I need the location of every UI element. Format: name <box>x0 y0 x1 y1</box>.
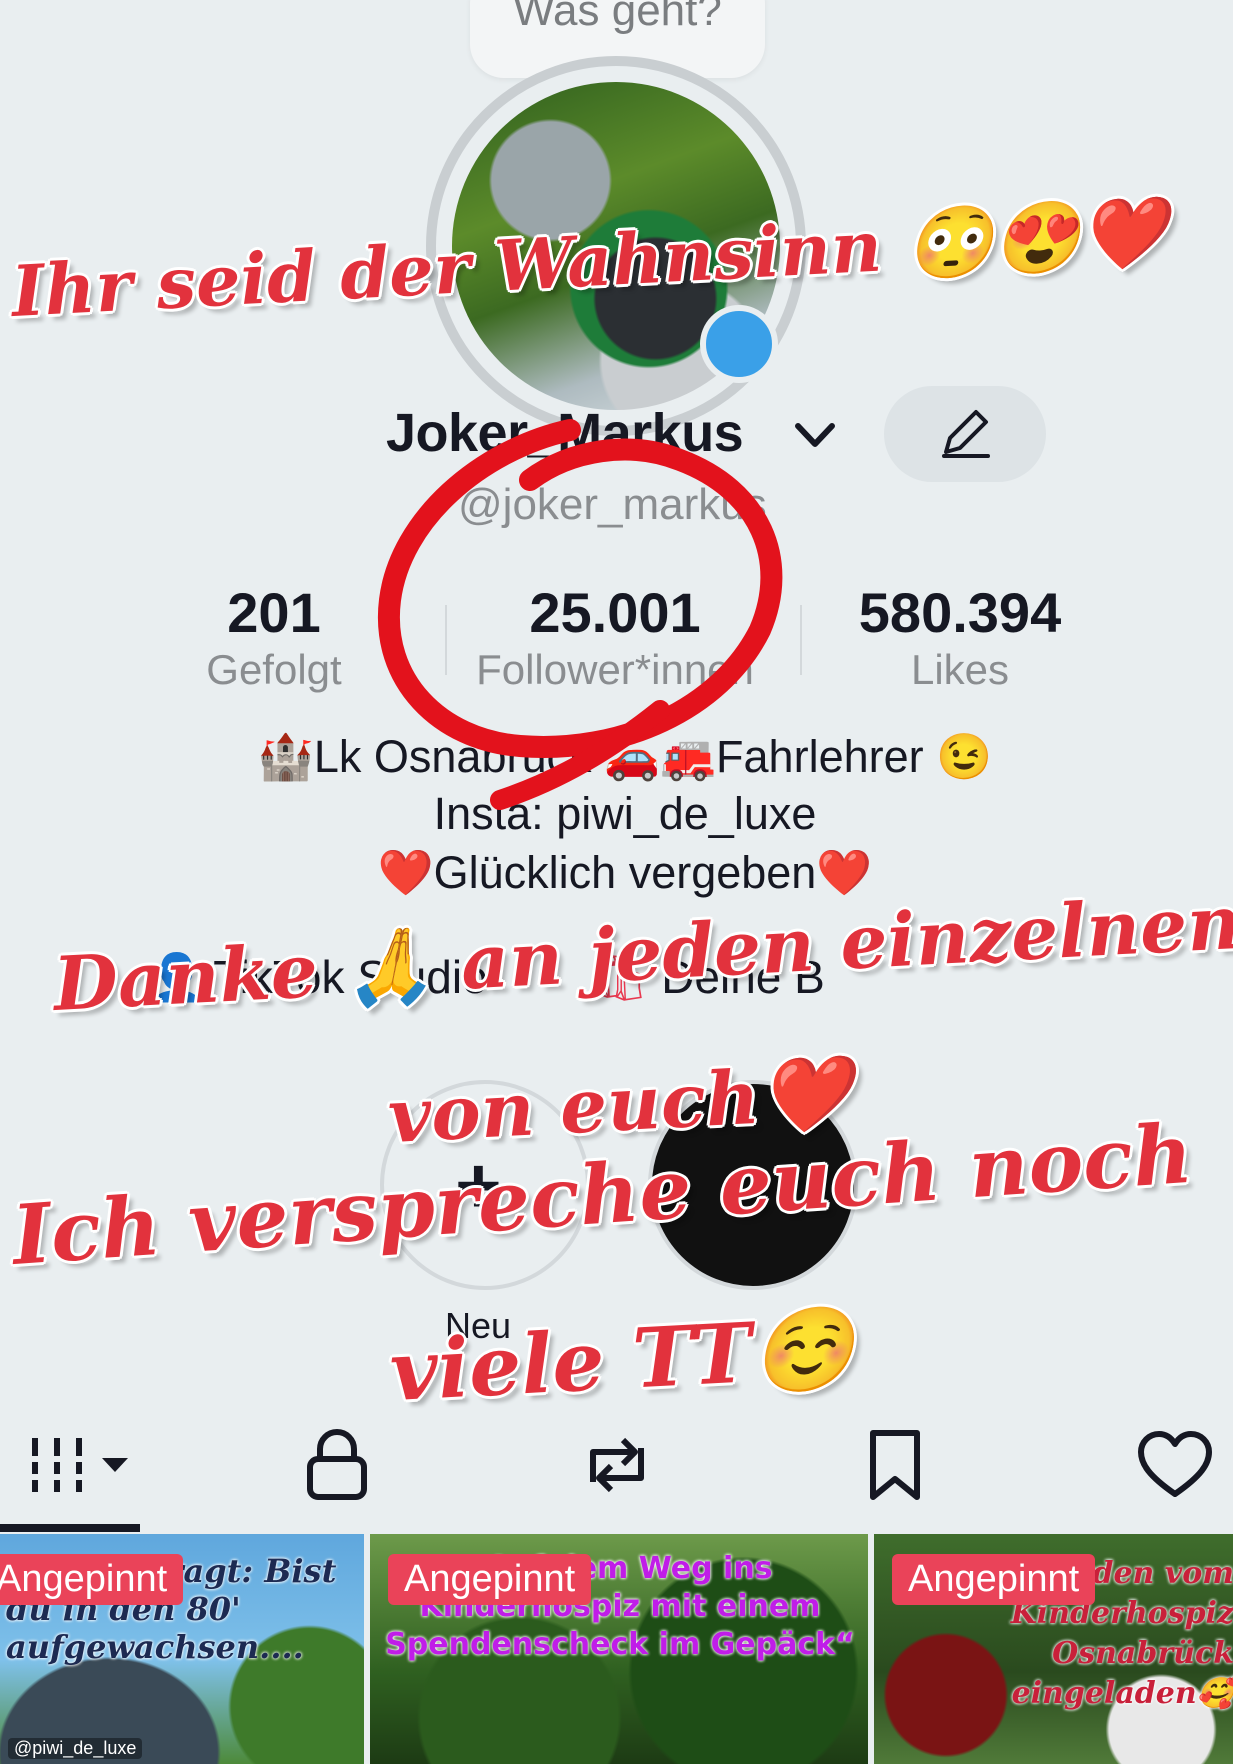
tab-private[interactable] <box>262 1400 412 1530</box>
tab-videos[interactable] <box>0 1400 150 1530</box>
following-count[interactable]: 201 <box>174 580 374 645</box>
active-tab-indicator <box>0 1524 140 1532</box>
heart-icon <box>1138 1431 1212 1497</box>
likes-count[interactable]: 580.394 <box>820 580 1100 645</box>
add-story-badge-icon[interactable] <box>700 305 778 383</box>
following-label[interactable]: Gefolgt <box>174 646 374 694</box>
video-watermark: @piwi_de_luxe <box>8 1738 143 1759</box>
red-circle-annotation <box>377 419 783 810</box>
pinned-badge: Angepinnt <box>388 1554 592 1605</box>
grid-icon <box>32 1438 128 1492</box>
video-thumbnail[interactable]: Wir wurden vom Kinderhospiz Osnabrück ei… <box>874 1534 1233 1764</box>
overlay-caption: Danke 🙏 an jeden einzelnen <box>51 879 1233 1029</box>
tab-reposts[interactable] <box>542 1400 692 1530</box>
bio-line: ❤️Glücklich vergeben❤️ <box>377 847 873 898</box>
profile-tab-bar <box>0 1400 1233 1530</box>
video-thumbnail[interactable]: „Auf dem Weg ins Kinderhospiz mit einem … <box>370 1534 868 1764</box>
lock-icon <box>307 1429 367 1500</box>
repost-icon <box>590 1437 644 1493</box>
pencil-icon <box>942 410 990 458</box>
pinned-badge: Angepinnt <box>0 1554 184 1605</box>
status-bubble-text: Was geht? <box>513 0 722 35</box>
bookmark-icon <box>870 1430 920 1500</box>
tab-favorites[interactable] <box>820 1400 970 1530</box>
video-thumbnail[interactable]: Jemand fragt: Bist du in den 80' aufgewa… <box>0 1534 364 1764</box>
tab-liked[interactable] <box>1100 1400 1233 1530</box>
likes-label[interactable]: Likes <box>820 646 1100 694</box>
edit-profile-button[interactable] <box>884 386 1046 482</box>
pinned-badge: Angepinnt <box>892 1554 1096 1605</box>
